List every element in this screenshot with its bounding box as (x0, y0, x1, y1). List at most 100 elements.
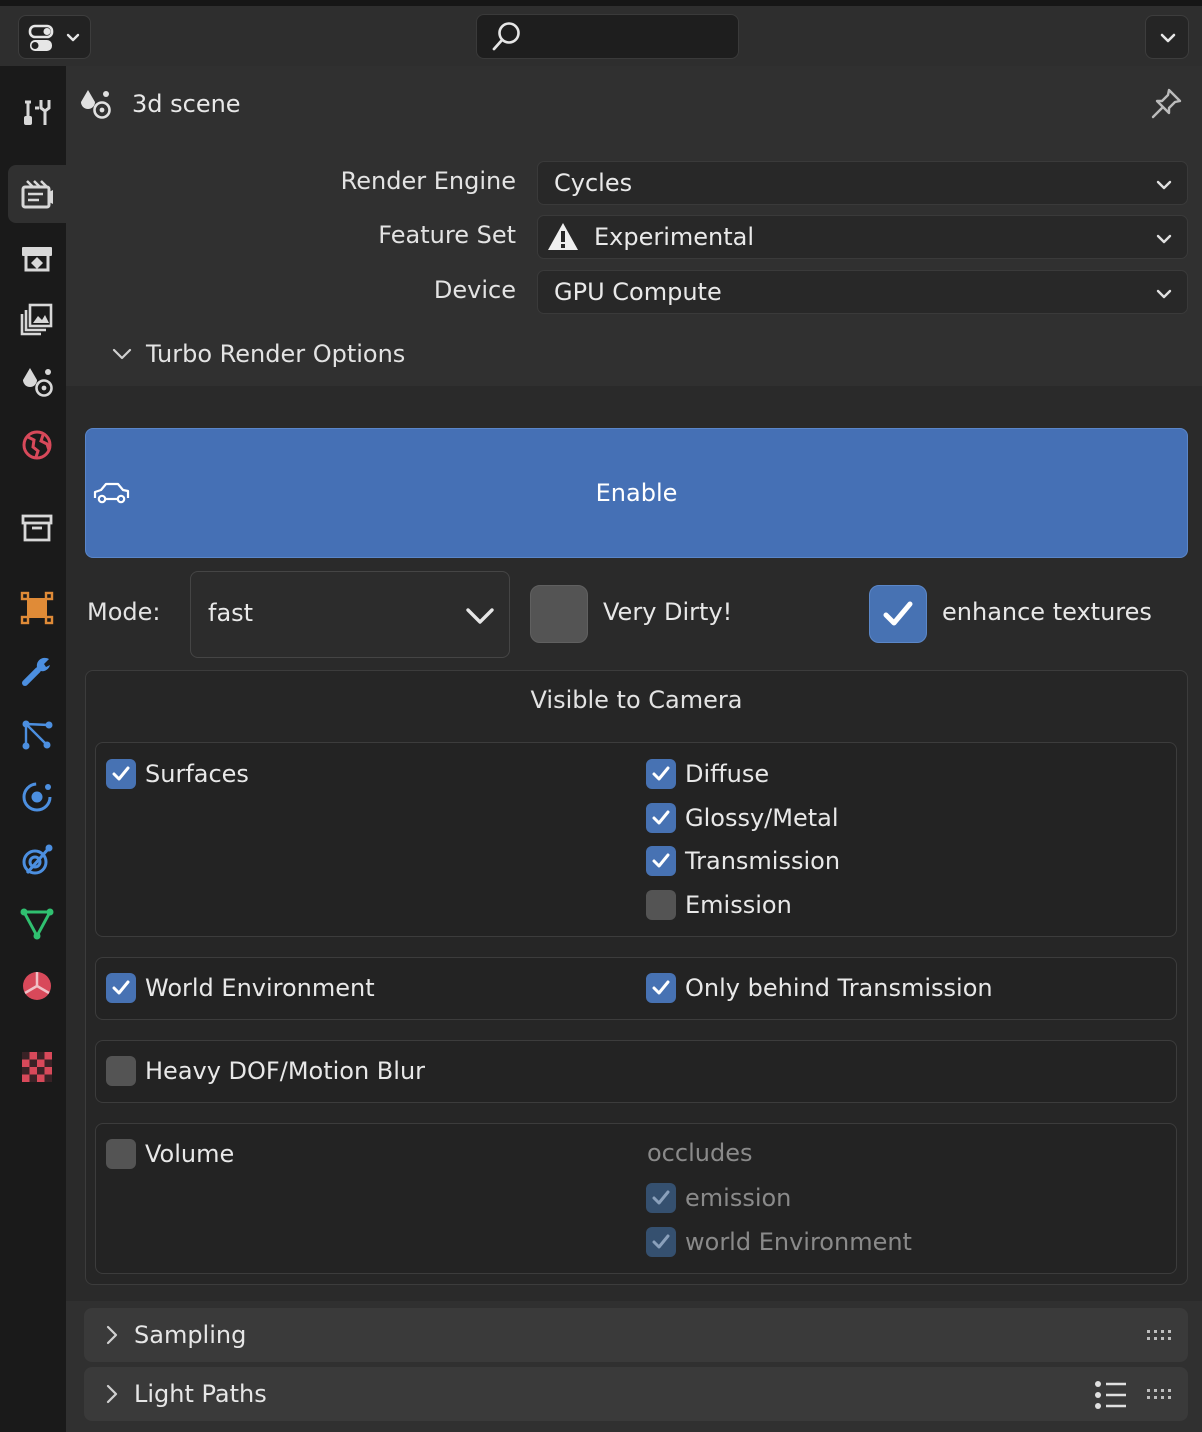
checkmark-icon (112, 980, 130, 995)
very-dirty-checkbox[interactable] (530, 585, 588, 643)
mesh-data-icon (20, 908, 54, 940)
tab-object[interactable] (8, 579, 66, 637)
sampling-title: Sampling (134, 1321, 247, 1349)
occludes-emission-toggle: emission (646, 1183, 791, 1213)
feature-set-dropdown[interactable]: Experimental (537, 215, 1188, 259)
occludes-world-label: world Environment (685, 1228, 912, 1256)
diffuse-checkbox[interactable] (646, 759, 676, 789)
constraints-icon (22, 844, 53, 875)
surfaces-box (95, 742, 1177, 937)
device-value: GPU Compute (554, 278, 722, 306)
search-input[interactable] (476, 14, 739, 59)
tab-scene[interactable] (8, 353, 66, 411)
context-breadcrumb: 3d scene (76, 86, 241, 122)
tab-physics[interactable] (8, 768, 66, 826)
emission-checkbox[interactable] (646, 890, 676, 920)
transmission-checkbox[interactable] (646, 846, 676, 876)
mode-value: fast (208, 599, 254, 627)
object-icon (20, 591, 54, 625)
volume-toggle[interactable]: Volume (106, 1139, 234, 1169)
mode-label: Mode: (87, 598, 161, 626)
feature-set-value: Experimental (594, 223, 755, 251)
properties-tab-bar (0, 66, 66, 1432)
volume-box (95, 1123, 1177, 1274)
occludes-world-checkbox (646, 1227, 676, 1257)
mode-dropdown[interactable]: fast (190, 571, 510, 658)
chevron-down-icon (1156, 289, 1172, 299)
sampling-panel-header[interactable]: Sampling (84, 1308, 1188, 1362)
turbo-render-panel-header[interactable]: Turbo Render Options (110, 340, 405, 368)
heavy-dof-toggle[interactable]: Heavy DOF/Motion Blur (106, 1056, 425, 1086)
surfaces-checkbox[interactable] (106, 759, 136, 789)
tab-output[interactable] (8, 228, 66, 286)
enable-button[interactable]: Enable (85, 428, 1188, 558)
chevron-down-icon (1156, 234, 1172, 244)
feature-set-label: Feature Set (378, 221, 516, 249)
emission-toggle[interactable]: Emission (646, 890, 792, 920)
chevron-right-icon (106, 1325, 118, 1345)
chevron-down-icon (1160, 33, 1176, 43)
light-paths-title: Light Paths (134, 1380, 267, 1408)
tab-collection[interactable] (8, 498, 66, 556)
tab-tool[interactable] (8, 83, 66, 141)
only-behind-transmission-toggle[interactable]: Only behind Transmission (646, 973, 993, 1003)
search-icon (492, 22, 520, 51)
heavy-dof-checkbox[interactable] (106, 1056, 136, 1086)
physics-icon (22, 782, 52, 812)
diffuse-toggle[interactable]: Diffuse (646, 759, 769, 789)
editor-header (0, 6, 1202, 66)
surfaces-toggle[interactable]: Surfaces (106, 759, 249, 789)
glossy-label: Glossy/Metal (685, 804, 839, 832)
surfaces-label: Surfaces (145, 760, 249, 788)
checkmark-icon (112, 766, 130, 781)
light-paths-panel-header[interactable]: Light Paths (84, 1367, 1188, 1421)
particles-icon (22, 720, 53, 750)
world-environment-checkbox[interactable] (106, 973, 136, 1003)
checkmark-icon (652, 1234, 670, 1249)
tab-particles[interactable] (8, 705, 66, 763)
presets-list-icon[interactable] (1094, 1379, 1128, 1411)
enhance-textures-checkbox[interactable] (869, 585, 927, 643)
tab-texture[interactable] (8, 1038, 66, 1096)
enhance-textures-label: enhance textures (942, 598, 1152, 626)
world-environment-label: World Environment (145, 974, 375, 1002)
properties-editor-icon (28, 24, 80, 51)
drag-handle-icon[interactable] (1146, 1387, 1174, 1401)
pin-icon[interactable] (1148, 86, 1184, 122)
scene-icon (23, 368, 53, 397)
material-icon (23, 972, 51, 1000)
render-engine-dropdown[interactable]: Cycles (537, 161, 1188, 205)
checkmark-icon (652, 766, 670, 781)
collection-box-icon (21, 514, 53, 542)
options-dropdown-button[interactable] (1145, 15, 1189, 59)
tab-modifiers[interactable] (8, 642, 66, 700)
tab-material[interactable] (8, 957, 66, 1015)
tab-data[interactable] (8, 894, 66, 952)
very-dirty-label: Very Dirty! (603, 598, 733, 626)
tab-constraints[interactable] (8, 831, 66, 889)
heavy-dof-label: Heavy DOF/Motion Blur (145, 1057, 426, 1085)
chevron-down-icon (112, 348, 132, 360)
transmission-toggle[interactable]: Transmission (646, 846, 840, 876)
context-title: 3d scene (132, 90, 241, 118)
device-label: Device (433, 276, 516, 304)
only-behind-transmission-label: Only behind Transmission (685, 974, 993, 1002)
glossy-toggle[interactable]: Glossy/Metal (646, 803, 839, 833)
device-dropdown[interactable]: GPU Compute (537, 270, 1188, 314)
turbo-render-title: Turbo Render Options (146, 340, 406, 368)
tab-view-layer[interactable] (8, 290, 66, 348)
render-engine-label: Render Engine (340, 167, 516, 195)
output-printer-icon (22, 247, 52, 272)
glossy-checkbox[interactable] (646, 803, 676, 833)
editor-type-menu[interactable] (18, 15, 91, 59)
world-environment-toggle[interactable]: World Environment (106, 973, 375, 1003)
visible-to-camera-title: Visible to Camera (530, 686, 743, 714)
only-behind-transmission-checkbox[interactable] (646, 973, 676, 1003)
drag-handle-icon[interactable] (1146, 1328, 1174, 1342)
tab-render[interactable] (8, 165, 66, 223)
tab-world[interactable] (8, 416, 66, 474)
checkmark-icon (652, 1190, 670, 1205)
volume-checkbox[interactable] (106, 1139, 136, 1169)
wrench-icon (22, 657, 50, 686)
texture-checker-icon (22, 1052, 52, 1082)
